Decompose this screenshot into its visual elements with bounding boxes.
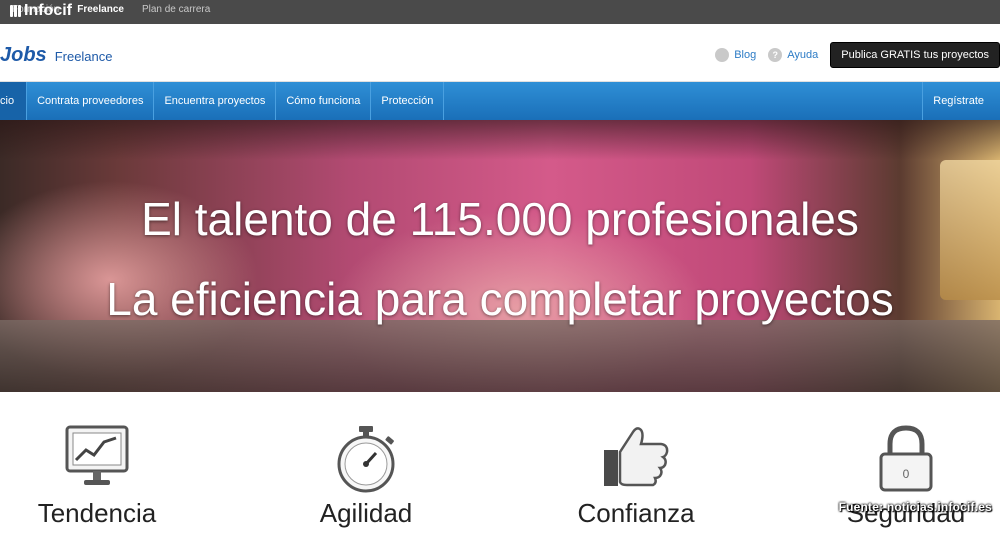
padlock-icon: 0 [879, 425, 933, 492]
publish-projects-button[interactable]: Publica GRATIS tus proyectos [830, 42, 1000, 68]
help-icon: ? [768, 48, 783, 62]
feature-label-confianza: Confianza [577, 498, 695, 528]
infocif-logo-icon [10, 5, 21, 17]
hero-headline-2: La eficiencia para completar proyectos [106, 273, 894, 325]
infocif-watermark-logo: Infocif [10, 2, 72, 20]
hero-headline-1: El talento de 115.000 profesionales [141, 193, 859, 245]
feature-label-tendencia: Tendencia [37, 498, 157, 528]
header-links: Blog ? Ayuda Publica GRATIS tus proyecto… [715, 42, 1000, 68]
feature-agilidad: Agilidad [266, 392, 466, 540]
hero-banner: El talento de 115.000 profesionales La e… [0, 120, 1000, 392]
nav-contrata-proveedores[interactable]: Contrata proveedores [27, 82, 155, 120]
blog-link[interactable]: Blog [715, 48, 756, 62]
source-caption: Fuente: noticias.infocif.es [838, 500, 992, 514]
main-nav: cio Contrata proveedores Encuentra proye… [0, 82, 1000, 120]
infocif-brand-text: Infocif [24, 2, 72, 19]
feature-seguridad: 0 Seguridad [806, 392, 1000, 540]
blog-label: Blog [734, 49, 757, 61]
help-label: Ayuda [787, 49, 819, 61]
trend-chart-icon [65, 425, 129, 485]
logo-jobs-text: Jobs [0, 44, 47, 66]
site-header: Jobs Freelance Blog ? Ayuda Publica GRAT… [0, 24, 1000, 82]
feature-label-agilidad: Agilidad [319, 498, 413, 528]
help-link[interactable]: ? Ayuda [768, 48, 818, 62]
padlock-digit: 0 [903, 467, 910, 481]
hero-laptop-shape [0, 320, 1000, 392]
nav-encuentra-proyectos[interactable]: Encuentra proyectos [154, 82, 277, 120]
logo-subtitle: Freelance [54, 49, 113, 64]
nav-registrate[interactable]: Regístrate [922, 82, 1000, 120]
nav-como-funciona[interactable]: Cómo funciona [276, 82, 372, 120]
site-logo[interactable]: Jobs Freelance [0, 44, 113, 67]
nav-proteccion[interactable]: Protección [371, 82, 445, 120]
top-nav-plan-carrera[interactable]: Plan de carrera [142, 4, 210, 15]
blog-icon [715, 48, 730, 62]
top-nav-freelance[interactable]: Freelance [77, 4, 124, 15]
top-bar: Formación Freelance Plan de carrera Info… [0, 0, 1000, 24]
feature-tendencia: Tendencia [0, 392, 197, 540]
features-row: Tendencia Agilidad Confianza 0 Seguridad… [0, 392, 1000, 540]
feature-confianza: Confianza [536, 392, 736, 540]
thumbs-up-icon [604, 427, 669, 487]
nav-inicio[interactable]: cio [0, 82, 28, 120]
stopwatch-icon [337, 426, 395, 493]
